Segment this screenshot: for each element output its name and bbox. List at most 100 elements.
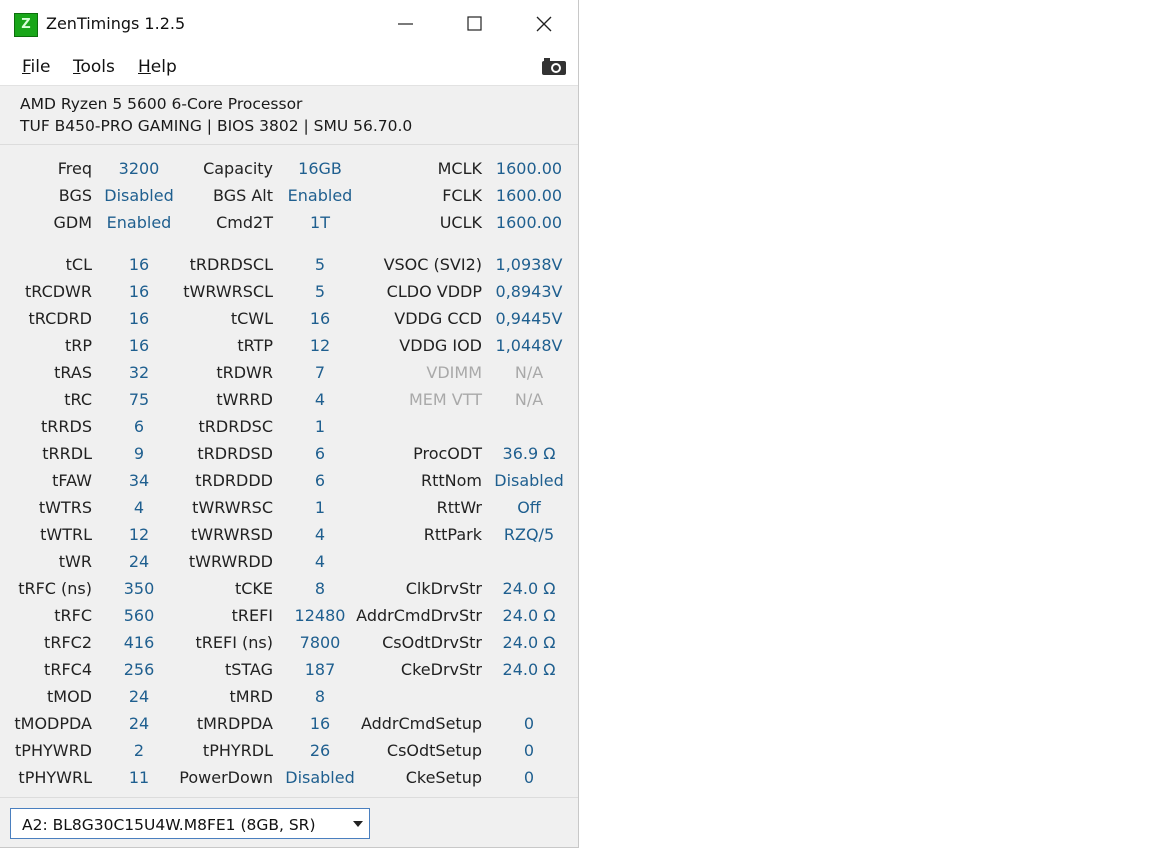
timing-value: 6 — [314, 444, 326, 463]
timing-label: tFAW — [52, 471, 92, 490]
title-bar[interactable]: Z ZenTimings 1.2.5 — [0, 0, 578, 47]
timing-value: 6 — [133, 417, 145, 436]
footer: A2: BL8G30C15U4W.M8FE1 (8GB, SR) — [0, 797, 578, 848]
timing-label: tWRWRSCL — [183, 282, 273, 301]
timing-label: tRDWR — [216, 363, 273, 382]
timing-label: tRRDL — [42, 444, 92, 463]
chevron-down-icon — [353, 821, 363, 827]
timing-value: 32 — [128, 363, 150, 382]
timing-label: VSOC (SVI2) — [383, 255, 482, 274]
timing-label: tCKE — [234, 579, 273, 598]
timing-value: 34 — [128, 471, 150, 490]
timing-label: tRRDS — [41, 417, 92, 436]
menu-tools-accel: T — [73, 57, 81, 77]
timing-value: 416 — [123, 633, 155, 652]
timing-value: 1600.00 — [495, 186, 563, 205]
menu-help-accel: H — [138, 57, 151, 77]
timing-label: tRFC — [54, 606, 92, 625]
menu-tools[interactable]: Tools — [73, 57, 115, 77]
timing-value: 1 — [314, 417, 326, 436]
timing-value: 1,0938V — [495, 255, 563, 274]
timing-value: 4 — [314, 525, 326, 544]
maximize-button[interactable] — [441, 0, 509, 47]
timing-value: 8 — [314, 579, 326, 598]
menu-file-label: ile — [30, 57, 51, 77]
timing-label: FCLK — [442, 186, 482, 205]
system-info: AMD Ryzen 5 5600 6-Core Processor TUF B4… — [0, 86, 578, 145]
timing-value: 256 — [123, 660, 155, 679]
timing-value: 16GB — [298, 159, 342, 178]
timing-value: N/A — [514, 363, 544, 382]
timing-label: ProcODT — [413, 444, 482, 463]
timing-label: CLDO VDDP — [386, 282, 482, 301]
timing-label: tCWL — [230, 309, 273, 328]
timing-value: 16 — [128, 309, 150, 328]
timing-value: 350 — [123, 579, 155, 598]
timing-label: tRDRDDD — [195, 471, 273, 490]
timing-label: tSTAG — [224, 660, 273, 679]
timing-value: 4 — [314, 552, 326, 571]
timing-label: tWTRS — [38, 498, 92, 517]
timing-label: CkeSetup — [405, 768, 482, 787]
timing-label: RttNom — [420, 471, 482, 490]
screenshot-button[interactable] — [541, 56, 567, 76]
menu-file-accel: F — [22, 57, 31, 77]
timing-label: Freq — [57, 159, 92, 178]
timing-value: 1,0448V — [495, 336, 563, 355]
timing-value: 12 — [128, 525, 150, 544]
timing-label: VDDG CCD — [394, 309, 482, 328]
timing-label: tRDRDSD — [197, 444, 273, 463]
timing-value: 0,8943V — [495, 282, 563, 301]
timing-value: 16 — [128, 255, 150, 274]
timing-label: tWR — [58, 552, 92, 571]
timing-value: 0 — [523, 741, 535, 760]
dimm-selector[interactable]: A2: BL8G30C15U4W.M8FE1 (8GB, SR) — [10, 808, 370, 839]
timings-grid: Freq 3200 Capacity 16GB MCLK 1600.00 BGS Disabl… — [0, 146, 578, 796]
timing-value: 1T — [310, 213, 330, 232]
timing-label: MEM VTT — [408, 390, 482, 409]
timing-value: 1600.00 — [495, 213, 563, 232]
timing-value: 12480 — [294, 606, 346, 625]
timing-value: 11 — [128, 768, 150, 787]
timing-value: 5 — [314, 282, 326, 301]
timing-label: MCLK — [437, 159, 482, 178]
timing-label: tMODPDA — [14, 714, 92, 733]
menu-help-label: elp — [150, 57, 177, 77]
timing-label: GDM — [53, 213, 92, 232]
timing-value: 2 — [133, 741, 145, 760]
timing-label: CsOdtDrvStr — [382, 633, 482, 652]
timing-value: 0 — [523, 714, 535, 733]
timing-value: 24.0 Ω — [502, 579, 556, 598]
timing-value: 4 — [314, 390, 326, 409]
dimm-selector-value: A2: BL8G30C15U4W.M8FE1 (8GB, SR) — [22, 816, 316, 834]
timing-label: tPHYWRL — [18, 768, 92, 787]
timing-label: tMOD — [47, 687, 92, 706]
timing-value: 24.0 Ω — [502, 633, 556, 652]
timing-label: tRCDRD — [28, 309, 92, 328]
close-button[interactable] — [510, 0, 578, 47]
menu-file[interactable]: File — [22, 57, 50, 77]
maximize-icon — [467, 16, 482, 31]
menu-help[interactable]: Help — [138, 57, 177, 77]
timing-value: 36.9 Ω — [502, 444, 556, 463]
timing-label: tRFC2 — [44, 633, 92, 652]
timing-value: 12 — [309, 336, 331, 355]
timing-value: RZQ/5 — [503, 525, 555, 544]
timing-value: 0 — [523, 768, 535, 787]
timing-value: 7800 — [299, 633, 341, 652]
timing-value: 24 — [128, 687, 150, 706]
timing-value: N/A — [514, 390, 544, 409]
timing-label: tREFI (ns) — [195, 633, 273, 652]
minimize-icon — [398, 23, 413, 25]
timing-value: 24 — [128, 552, 150, 571]
timing-value: 16 — [309, 714, 331, 733]
timing-value: 7 — [314, 363, 326, 382]
timing-label: VDDG IOD — [399, 336, 482, 355]
timing-value: 5 — [314, 255, 326, 274]
timing-value: 9 — [133, 444, 145, 463]
timing-label: tRFC (ns) — [18, 579, 92, 598]
timing-value: 4 — [133, 498, 145, 517]
minimize-button[interactable] — [372, 0, 440, 47]
timing-label: tWTRL — [40, 525, 92, 544]
timing-value: 560 — [123, 606, 155, 625]
